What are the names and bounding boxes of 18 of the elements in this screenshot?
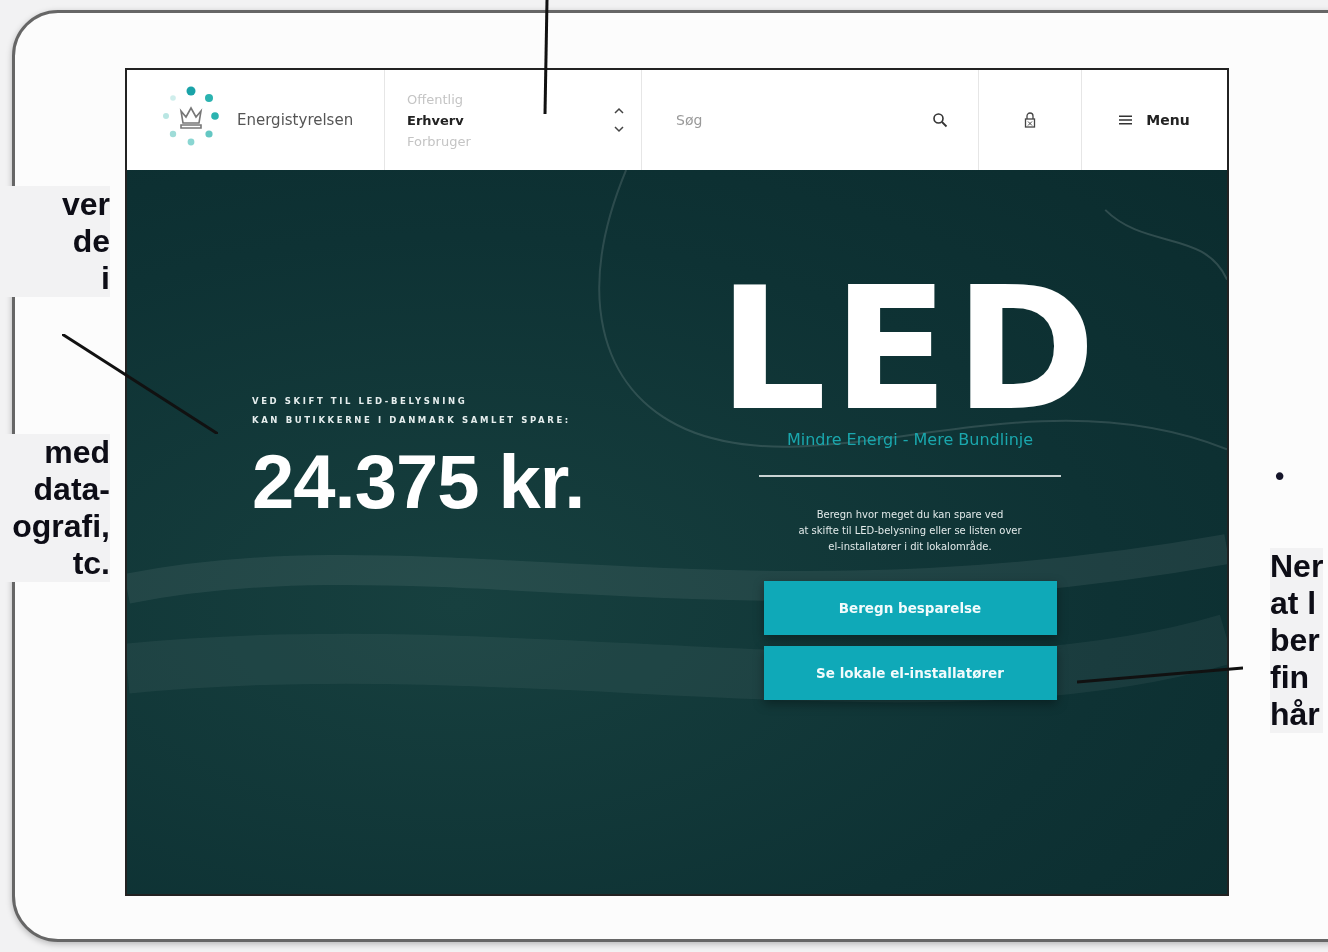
padlock-icon[interactable] bbox=[1024, 112, 1036, 128]
savings-caption: VED SKIFT TIL LED-BELYSNING KAN BUTIKKERNE I DANMARK SAMLET SPARE: bbox=[252, 395, 572, 427]
action-button[interactable]: Beregn besparelse bbox=[763, 581, 1057, 635]
dotted-led-logo: LED bbox=[718, 274, 1102, 424]
tagline: Mindre Energi - Mere Bundlinje bbox=[786, 430, 1034, 449]
agency-name: Energistyrelsen bbox=[237, 111, 354, 129]
menu-icon bbox=[1119, 115, 1133, 125]
audience-option[interactable]: Erhverv bbox=[407, 112, 464, 128]
savings-amount: 24.375 kr. bbox=[252, 438, 586, 525]
search-field[interactable]: Søg bbox=[674, 111, 878, 129]
action-button[interactable]: Se lokale el-installatører bbox=[763, 646, 1057, 700]
search-icon[interactable] bbox=[932, 112, 948, 128]
audience-option[interactable]: Offentlig bbox=[407, 91, 463, 107]
bullet-point: • bbox=[1272, 462, 1288, 492]
audience-option[interactable]: Forbruger bbox=[407, 133, 471, 149]
up-down-chevron-icon[interactable] bbox=[613, 105, 625, 135]
description-text: Beregn hvor meget du kan spare ved at skifte til LED-belysning eller se listen over el-installatører i dit lokalområde. bbox=[798, 508, 1022, 554]
annotation-text: Ner at l ber fin hår bbox=[1270, 548, 1324, 733]
